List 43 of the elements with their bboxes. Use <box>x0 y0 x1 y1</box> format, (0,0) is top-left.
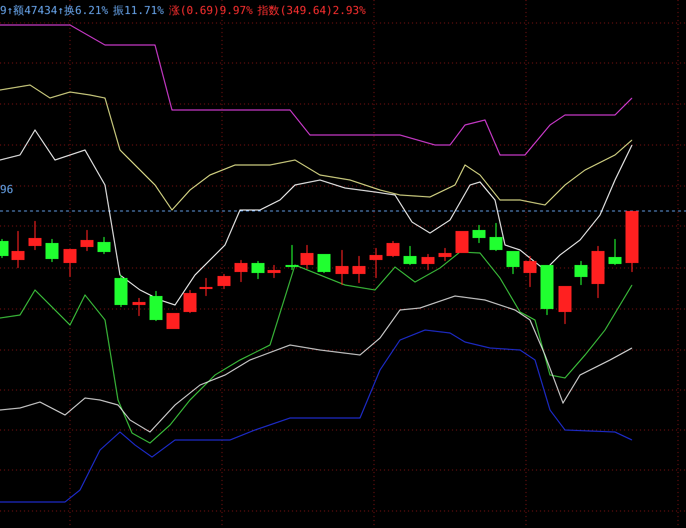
falling-candlestick <box>150 290 162 322</box>
rising-candlestick <box>386 240 400 258</box>
rising-candlestick <box>166 312 180 330</box>
rising-candlestick <box>268 264 280 278</box>
rising-candlestick <box>524 256 536 288</box>
rising-candlestick <box>64 248 76 278</box>
rising-candlestick <box>422 254 434 270</box>
falling-candlestick <box>318 254 330 274</box>
rising-candlestick <box>300 244 314 270</box>
rising-candlestick <box>438 248 452 262</box>
falling-candlestick <box>574 260 588 286</box>
falling-candlestick <box>472 224 486 244</box>
falling-candlestick <box>114 274 128 308</box>
rising-candlestick <box>184 290 196 314</box>
rising-candlestick <box>336 250 348 286</box>
rising-candlestick <box>234 260 248 282</box>
rising-candlestick <box>352 256 366 284</box>
falling-candlestick <box>98 236 110 254</box>
rising-candlestick <box>218 274 230 290</box>
rising-candlestick <box>592 246 604 298</box>
rising-candlestick <box>626 210 638 272</box>
falling-candlestick <box>286 244 298 270</box>
falling-candlestick <box>46 238 58 262</box>
rising-candlestick <box>12 230 24 268</box>
stat-text: 涨(0.69)9.97% <box>168 4 253 18</box>
falling-candlestick <box>540 264 554 316</box>
falling-candlestick <box>490 222 502 252</box>
rising-candlestick <box>200 278 212 296</box>
axis-label: 96 <box>0 183 14 197</box>
falling-candlestick <box>608 238 622 266</box>
rising-candlestick <box>132 298 146 316</box>
rising-candlestick <box>370 248 382 278</box>
falling-candlestick <box>0 238 8 258</box>
rising-candlestick <box>80 230 94 252</box>
stat-text: 9↑额47434↑换6.21% <box>0 4 108 18</box>
falling-candlestick <box>506 250 520 274</box>
stat-text: 指数(349.64)2.93% <box>258 4 366 18</box>
falling-candlestick <box>252 260 264 280</box>
rising-candlestick <box>558 286 572 324</box>
stat-text: 振11.71% <box>113 4 164 18</box>
rising-candlestick <box>456 230 468 254</box>
falling-candlestick <box>404 246 416 266</box>
rising-candlestick <box>28 220 42 250</box>
